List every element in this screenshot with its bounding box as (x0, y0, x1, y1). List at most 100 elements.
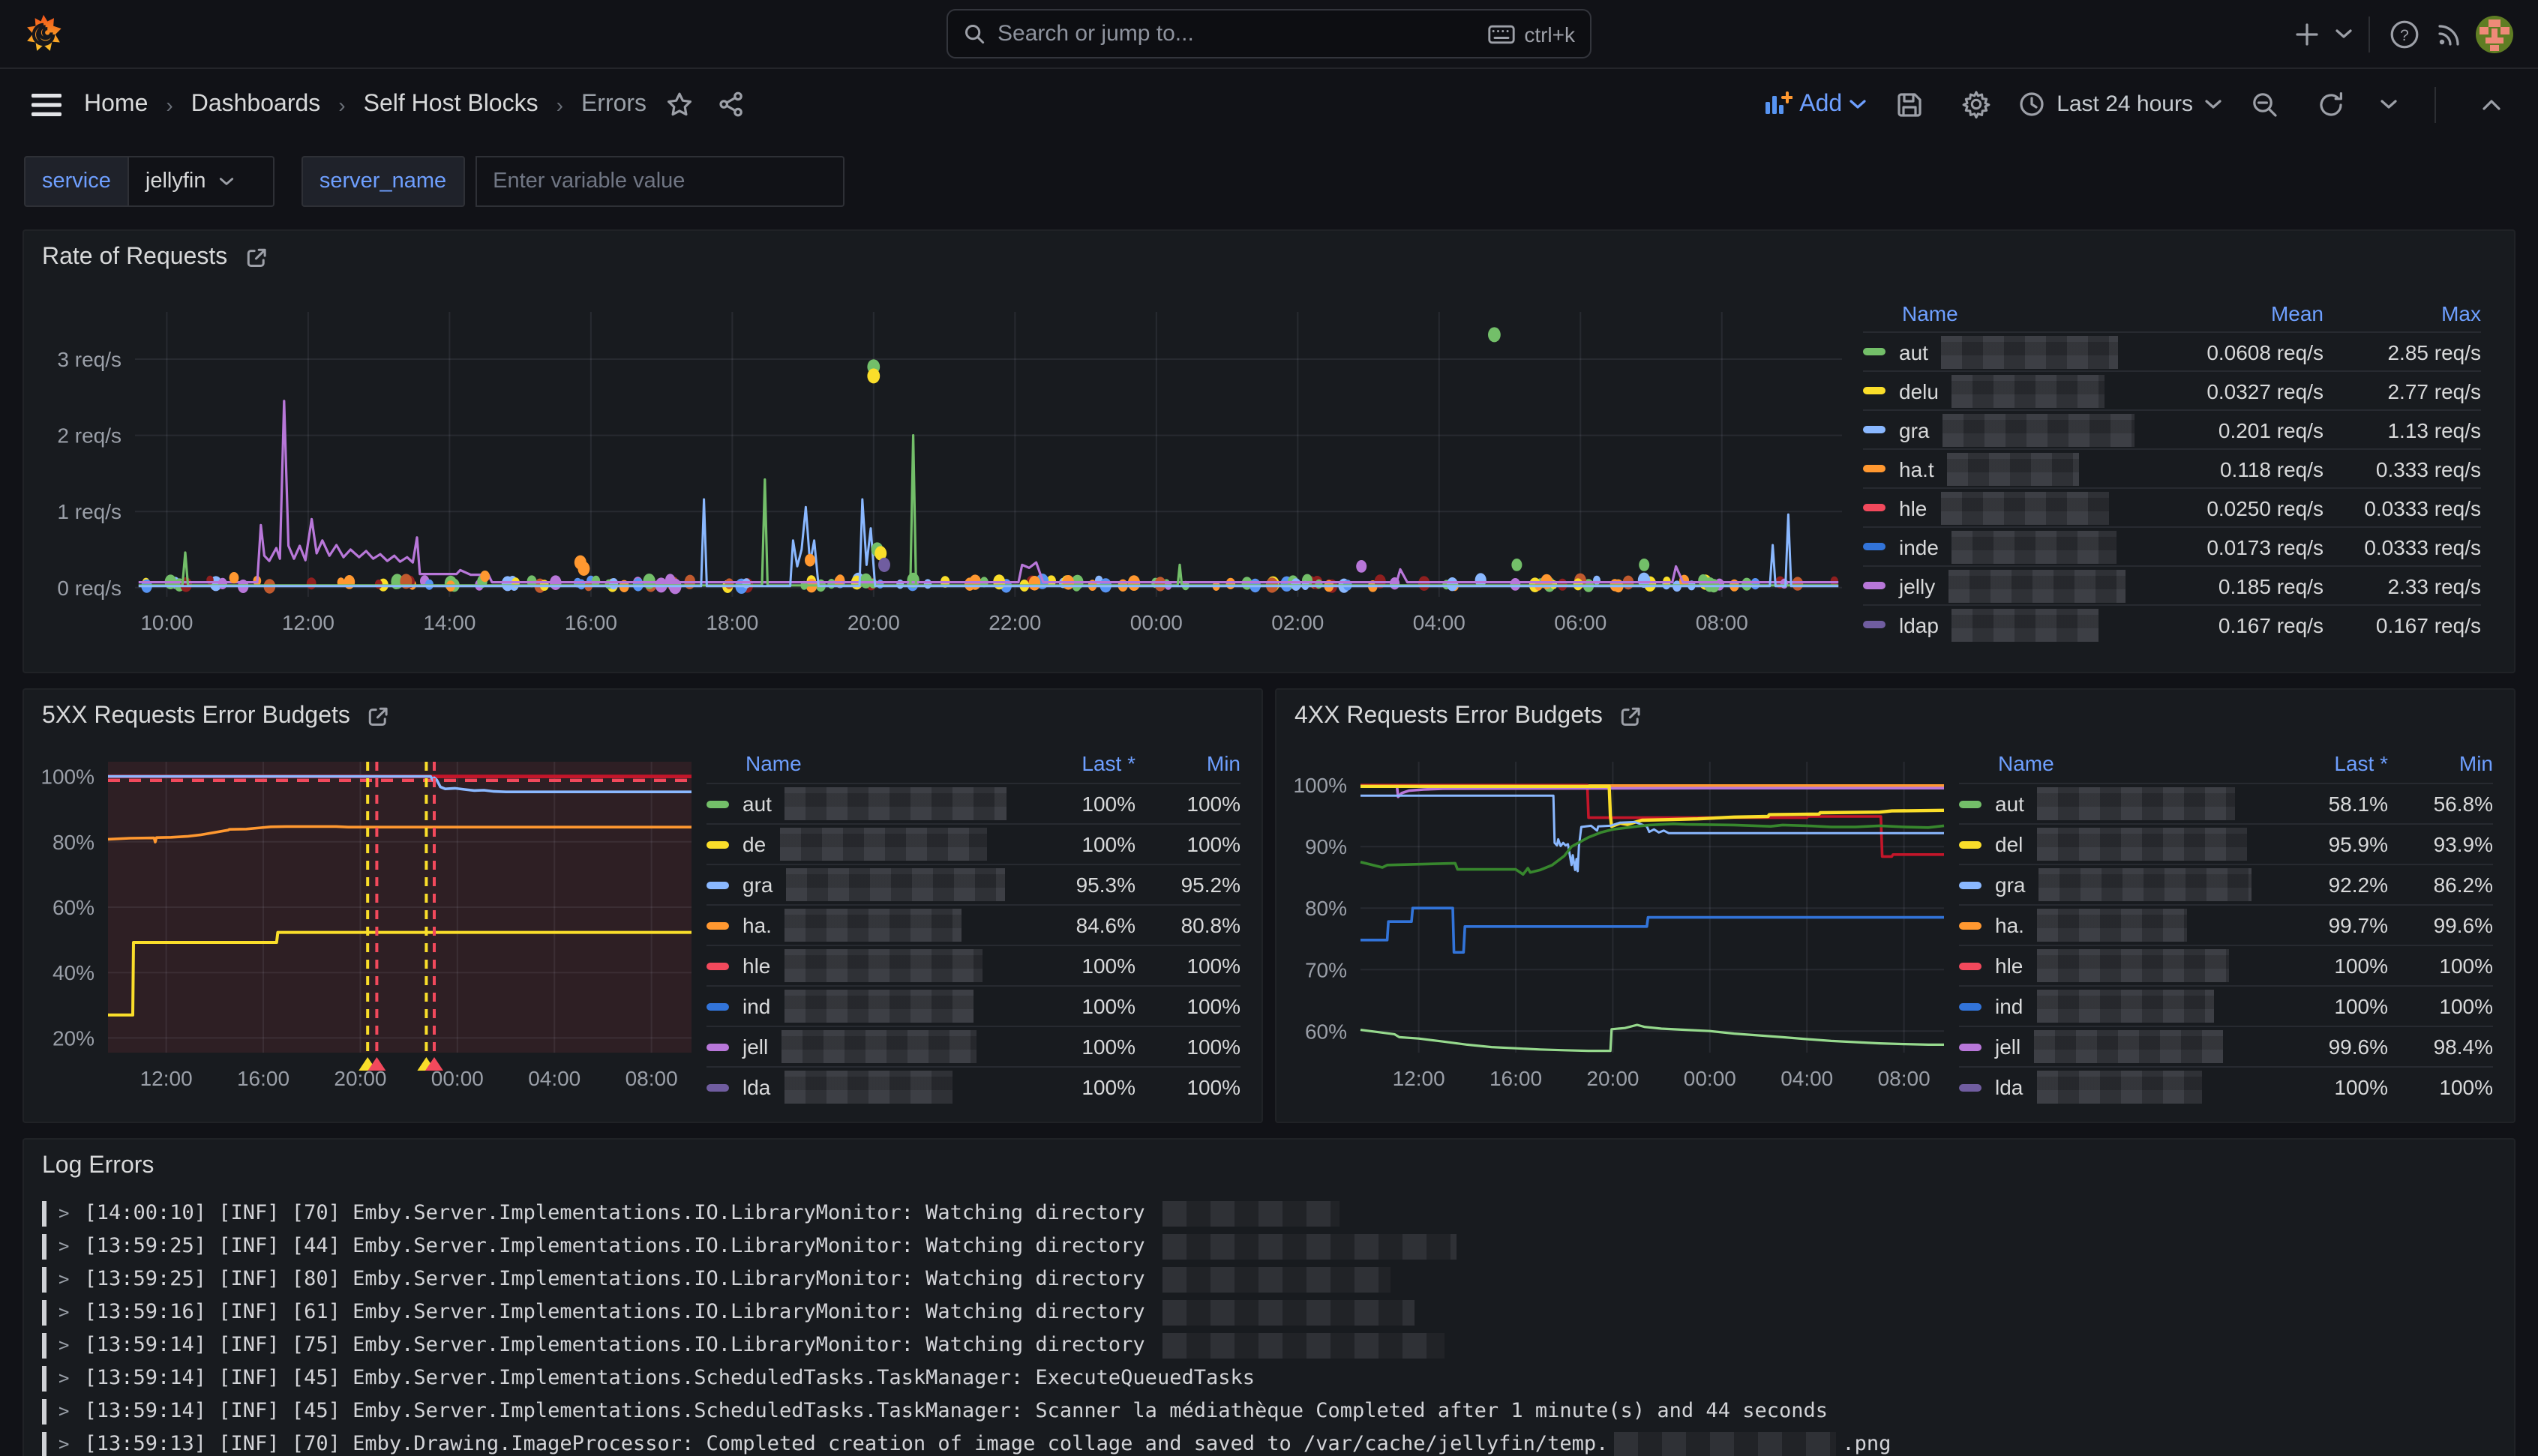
legend-col-name[interactable]: Name (1959, 751, 2271, 775)
log-level-bar (42, 1200, 46, 1226)
log-expand-icon[interactable]: > (58, 1203, 69, 1224)
legend-series-name[interactable]: inde (1863, 530, 2151, 563)
log-expand-icon[interactable]: > (58, 1434, 69, 1455)
external-link-icon[interactable] (244, 246, 268, 270)
new-menu-button[interactable] (2284, 11, 2330, 56)
panel-title-rate[interactable]: Rate of Requests (24, 231, 2514, 276)
legend-series-name[interactable]: hle (1863, 491, 2151, 524)
legend-col-1[interactable]: Last * (1018, 751, 1136, 775)
share-button[interactable] (712, 82, 748, 127)
grafana-dashboard: Search or jump to... ctrl+k ? (0, 0, 2538, 1456)
time-range-picker[interactable]: Last 24 hours (2019, 91, 2222, 117)
legend-series-name[interactable]: de (706, 828, 1018, 861)
legend-series-name[interactable]: lda (1959, 1071, 2271, 1104)
log-line[interactable]: > [13:59:25] [INF] [44] Emby.Server.Impl… (42, 1230, 2496, 1263)
external-link-icon[interactable] (1619, 705, 1643, 729)
log-line[interactable]: > [13:59:14] [INF] [45] Emby.Server.Impl… (42, 1362, 2496, 1395)
log-line[interactable]: > [13:59:14] [INF] [75] Emby.Server.Impl… (42, 1329, 2496, 1362)
legend-header: Name Mean Max (1863, 294, 2481, 331)
legend-col-2[interactable]: Min (2388, 751, 2493, 775)
log-line[interactable]: > [13:59:25] [INF] [80] Emby.Server.Impl… (42, 1263, 2496, 1296)
legend-col-name[interactable]: Name (1863, 301, 2151, 325)
legend-value-1: 0.0173 req/s (2151, 535, 2324, 559)
refresh-button[interactable] (2308, 82, 2354, 127)
zoom-out-button[interactable] (2242, 82, 2288, 127)
breadcrumb-home[interactable]: Home (84, 91, 148, 118)
log-expand-icon[interactable]: > (58, 1236, 69, 1257)
legend-value-2: 100% (1136, 994, 1240, 1018)
grafana-logo[interactable] (21, 11, 66, 56)
refresh-interval-chevron[interactable] (2374, 82, 2402, 127)
legend-series-name[interactable]: ind (706, 990, 1018, 1023)
legend-series-name[interactable]: lda (706, 1071, 1018, 1104)
legend-series-name[interactable]: del (1959, 828, 2271, 861)
svg-text:60%: 60% (52, 896, 94, 919)
add-panel-button[interactable]: Add (1763, 91, 1866, 118)
legend-value-1: 99.6% (2271, 1035, 2388, 1059)
breadcrumb-self-host-blocks[interactable]: Self Host Blocks (364, 91, 538, 118)
legend-value-1: 0.0327 req/s (2151, 379, 2324, 403)
log-expand-icon[interactable]: > (58, 1368, 69, 1389)
legend-series-name[interactable]: aut (1959, 787, 2271, 820)
legend-row: inde 0.0173 req/s 0.0333 req/s (1863, 526, 2481, 565)
panel-log-errors: Log Errors > [14:00:10] [INF] [70] Emby.… (22, 1138, 2516, 1456)
log-line[interactable]: > [14:00:10] [INF] [70] Emby.Server.Impl… (42, 1197, 2496, 1230)
legend-series-name[interactable]: hle (1959, 949, 2271, 982)
legend-series-name[interactable]: jelly (1863, 569, 2151, 602)
legend-series-name[interactable]: ha. (706, 909, 1018, 942)
log-expand-icon[interactable]: > (58, 1335, 69, 1356)
legend-col-1[interactable]: Mean (2151, 301, 2324, 325)
legend-series-name[interactable]: gra (1959, 868, 2271, 901)
legend-series-name[interactable]: hle (706, 949, 1018, 982)
legend-series-name[interactable]: ind (1959, 990, 2271, 1023)
series-color-swatch (1959, 921, 1982, 929)
legend-series-name[interactable]: delu (1863, 374, 2151, 407)
save-dashboard-button[interactable] (1887, 82, 1932, 127)
legend-series-name[interactable]: jell (706, 1030, 1018, 1063)
4xx-legend: Name Last * Min aut 58.1% 56.8% del 95.9… (1959, 735, 2514, 1107)
log-expand-icon[interactable]: > (58, 1302, 69, 1323)
legend-col-2[interactable]: Min (1136, 751, 1240, 775)
4xx-chart[interactable]: 60%70%80%90%100%12:0016:0020:0000:0004:0… (1276, 735, 1959, 1104)
panel-title-text: Log Errors (42, 1153, 154, 1180)
external-link-icon[interactable] (367, 705, 391, 729)
svg-text:12:00: 12:00 (140, 1067, 193, 1090)
log-expand-icon[interactable]: > (58, 1401, 69, 1422)
log-line[interactable]: > [13:59:14] [INF] [45] Emby.Server.Impl… (42, 1395, 2496, 1428)
log-line[interactable]: > [13:59:13] [INF] [70] Emby.Drawing.Ima… (42, 1428, 2496, 1456)
user-avatar[interactable] (2472, 11, 2517, 56)
redacted-text (785, 909, 962, 942)
dashboard-settings-button[interactable] (1953, 82, 1998, 127)
log-line[interactable]: > [13:59:16] [INF] [61] Emby.Server.Impl… (42, 1296, 2496, 1329)
help-button[interactable]: ? (2382, 11, 2427, 56)
collapse-toolbar-button[interactable] (2469, 82, 2514, 127)
search-input[interactable]: Search or jump to... ctrl+k (946, 9, 1592, 58)
panel-title-logs[interactable]: Log Errors (24, 1140, 2514, 1185)
panel-title-4xx[interactable]: 4XX Requests Error Budgets (1276, 690, 2514, 735)
legend-series-name[interactable]: ldap (1863, 608, 2151, 641)
legend-col-2[interactable]: Max (2324, 301, 2481, 325)
legend-series-name[interactable]: ha. (1959, 909, 2271, 942)
legend-col-1[interactable]: Last * (2271, 751, 2388, 775)
breadcrumb-dashboards[interactable]: Dashboards (191, 91, 321, 118)
variable-service-dropdown[interactable]: jellyfin (129, 156, 274, 207)
legend-value-1: 100% (1018, 1075, 1136, 1099)
news-button[interactable] (2427, 11, 2472, 56)
legend-series-name[interactable]: aut (706, 787, 1018, 820)
legend-series-name[interactable]: gra (706, 868, 1018, 901)
favorite-button[interactable] (662, 82, 698, 127)
log-expand-icon[interactable]: > (58, 1269, 69, 1290)
series-color-swatch (1863, 504, 1886, 511)
legend-series-name[interactable]: jell (1959, 1030, 2271, 1063)
rate-chart[interactable]: 0 req/s1 req/s2 req/s3 req/s10:0012:0014… (24, 276, 1857, 651)
legend-series-name[interactable]: ha.t (1863, 452, 2151, 485)
5xx-chart[interactable]: 20%40%60%80%100%12:0016:0020:0000:0004:0… (24, 735, 706, 1104)
redacted-text (785, 787, 1007, 820)
panel-title-5xx[interactable]: 5XX Requests Error Budgets (24, 690, 1262, 735)
new-menu-chevron[interactable] (2330, 11, 2356, 56)
legend-series-name[interactable]: aut (1863, 335, 2151, 368)
legend-col-name[interactable]: Name (706, 751, 1018, 775)
legend-series-name[interactable]: gra (1863, 413, 2151, 446)
variable-server-name-input[interactable] (475, 156, 844, 207)
mega-menu-button[interactable] (24, 82, 69, 127)
